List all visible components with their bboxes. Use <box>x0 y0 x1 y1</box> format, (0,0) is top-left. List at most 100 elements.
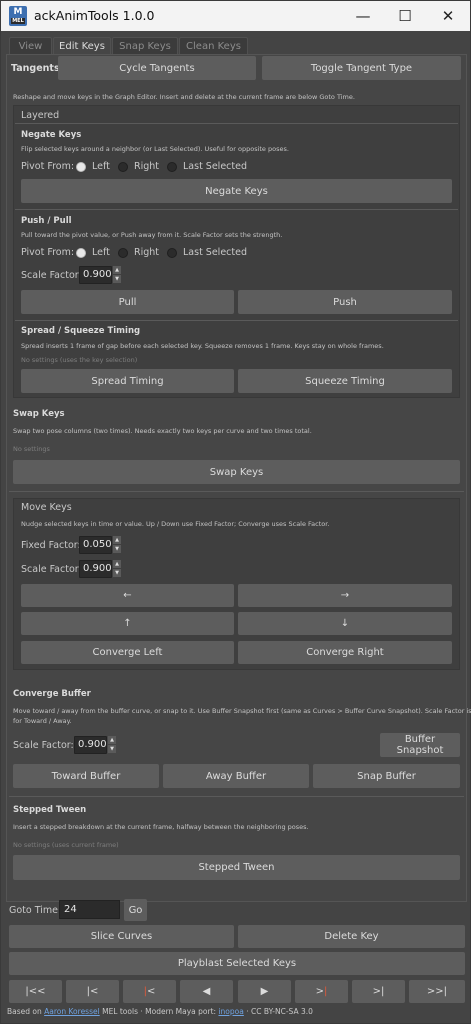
move-left-button[interactable]: ← <box>21 584 234 607</box>
prev-frame-button[interactable]: ◀ <box>180 980 233 1003</box>
swap-keys-title: Swap Keys <box>13 409 65 419</box>
move-scale-factor-input[interactable]: 0.900 <box>79 560 112 578</box>
maximize-button[interactable]: ☐ <box>385 4 425 28</box>
push-pull-pivot-last-selected-radio[interactable] <box>167 248 177 258</box>
negate-pivot-last-selected-radio[interactable] <box>167 162 177 172</box>
tab-view[interactable]: View <box>9 37 52 55</box>
red-marker-icon: | <box>324 986 328 997</box>
negate-pivot-left-radio[interactable] <box>76 162 86 172</box>
move-scale-factor-label: Scale Factor: <box>21 564 82 575</box>
converge-right-button[interactable]: Converge Right <box>238 641 452 664</box>
push-pull-pivot-last-selected-label: Last Selected <box>183 247 247 258</box>
stepped-tween-note: No settings (uses current frame) <box>13 841 119 849</box>
push-pull-pivot-left-radio[interactable] <box>76 248 86 258</box>
prev-key-button[interactable]: |< <box>66 980 119 1003</box>
spread-squeeze-desc: Spread inserts 1 frame of gap before eac… <box>21 342 384 350</box>
goto-time-input[interactable]: 24 <box>59 900 120 919</box>
divider <box>9 796 464 797</box>
divider <box>15 320 458 321</box>
push-pull-pivot-label: Pivot From: <box>21 247 75 258</box>
last-key-button[interactable]: >>| <box>409 980 465 1003</box>
toward-buffer-button[interactable]: Toward Buffer <box>13 764 159 788</box>
swap-keys-button[interactable]: Swap Keys <box>13 460 460 484</box>
move-right-button[interactable]: → <box>238 584 452 607</box>
swap-keys-desc: Swap two pose columns (two times). Needs… <box>13 427 312 435</box>
move-down-button[interactable]: ↓ <box>238 612 452 635</box>
squeeze-timing-button[interactable]: Squeeze Timing <box>238 369 452 393</box>
buffer-scale-factor-input[interactable]: 0.900 <box>74 736 107 754</box>
window-title: ackAnimTools 1.0.0 <box>34 8 155 23</box>
push-pull-scale-input[interactable]: 0.900 <box>79 266 112 284</box>
buffer-scale-factor-label: Scale Factor: <box>13 740 74 751</box>
author-link[interactable]: Aaron Koressel <box>44 1007 100 1016</box>
divider <box>15 209 458 210</box>
move-keys-title: Move Keys <box>21 502 72 513</box>
spread-timing-button[interactable]: Spread Timing <box>21 369 234 393</box>
move-scale-factor-stepper[interactable]: ▲ ▼ <box>113 560 121 578</box>
close-button[interactable]: ✕ <box>428 4 468 28</box>
stepped-tween-button[interactable]: Stepped Tween <box>13 855 460 880</box>
pull-button[interactable]: Pull <box>21 290 234 314</box>
divider <box>15 123 458 124</box>
slice-curves-button[interactable]: Slice Curves <box>9 925 234 948</box>
fixed-factor-input[interactable]: 0.050 <box>79 536 112 554</box>
converge-left-button[interactable]: Converge Left <box>21 641 234 664</box>
push-pull-pivot-right-label: Right <box>134 247 160 258</box>
push-pull-scale-stepper[interactable]: ▲ ▼ <box>113 266 121 284</box>
negate-pivot-left-label: Left <box>92 161 110 172</box>
negate-keys-desc: Flip selected keys around a neighbor (or… <box>21 145 289 153</box>
maya-mel-icon: M MEL <box>9 6 27 26</box>
negate-keys-button[interactable]: Negate Keys <box>21 179 452 203</box>
prev-frame-marker-button[interactable]: |< <box>123 980 176 1003</box>
toggle-tangent-type-button[interactable]: Toggle Tangent Type <box>262 56 461 80</box>
layered-title: Layered <box>21 110 60 121</box>
negate-pivot-label: Pivot From: <box>21 161 75 172</box>
divider <box>9 491 464 492</box>
goto-time-label: Goto Time: <box>9 905 62 916</box>
next-frame-button[interactable]: ▶ <box>238 980 291 1003</box>
converge-buffer-title: Converge Buffer <box>13 689 91 699</box>
converge-buffer-desc-line2: for Toward / Away. <box>13 717 72 725</box>
move-up-button[interactable]: ↑ <box>21 612 234 635</box>
push-pull-title: Push / Pull <box>21 216 72 226</box>
port-author-link[interactable]: inopoa <box>218 1007 243 1016</box>
move-keys-desc: Nudge selected keys in time or value. Up… <box>21 520 330 528</box>
goto-button[interactable]: Go <box>124 899 147 921</box>
spread-squeeze-title: Spread / Squeeze Timing <box>21 326 141 336</box>
intro-text: Reshape and move keys in the Graph Edito… <box>13 93 355 101</box>
first-key-button[interactable]: |<< <box>9 980 62 1003</box>
next-frame-marker-button[interactable]: >| <box>295 980 348 1003</box>
buffer-scale-factor-stepper[interactable]: ▲ ▼ <box>108 736 116 754</box>
push-pull-desc: Pull toward the pivot value, or Push awa… <box>21 231 283 239</box>
negate-pivot-right-radio[interactable] <box>118 162 128 172</box>
tab-edit-keys[interactable]: Edit Keys <box>53 37 111 55</box>
away-buffer-button[interactable]: Away Buffer <box>163 764 309 788</box>
spread-squeeze-note: No settings (uses the key selection) <box>21 356 138 364</box>
stepped-tween-title: Stepped Tween <box>13 805 87 815</box>
buffer-snapshot-button[interactable]: Buffer Snapshot <box>380 733 460 757</box>
tab-clean-keys[interactable]: Clean Keys <box>179 37 248 55</box>
playblast-selected-keys-button[interactable]: Playblast Selected Keys <box>9 952 465 975</box>
delete-key-button[interactable]: Delete Key <box>238 925 465 948</box>
negate-pivot-last-selected-label: Last Selected <box>183 161 247 172</box>
minimize-button[interactable]: — <box>343 4 383 28</box>
push-pull-pivot-left-label: Left <box>92 247 110 258</box>
tangents-label: Tangents <box>11 63 60 74</box>
push-button[interactable]: Push <box>238 290 452 314</box>
title-bar: M MEL ackAnimTools 1.0.0 — ☐ ✕ <box>1 1 470 31</box>
swap-keys-note: No settings <box>13 445 50 453</box>
fixed-factor-stepper[interactable]: ▲ ▼ <box>113 536 121 554</box>
converge-buffer-desc-line1: Move toward / away from the buffer curve… <box>13 707 471 715</box>
app-window: M MEL ackAnimTools 1.0.0 — ☐ ✕ View Edit … <box>0 0 471 1024</box>
fixed-factor-label: Fixed Factor: <box>21 540 81 551</box>
negate-pivot-right-label: Right <box>134 161 160 172</box>
snap-buffer-button[interactable]: Snap Buffer <box>313 764 460 788</box>
credits-footer: Based on Aaron Koressel MEL tools · Mode… <box>7 1007 313 1016</box>
stepped-tween-desc: Insert a stepped breakdown at the curren… <box>13 823 309 831</box>
push-pull-scale-label: Scale Factor: <box>21 270 82 281</box>
negate-keys-title: Negate Keys <box>21 130 82 140</box>
tab-snap-keys[interactable]: Snap Keys <box>112 37 178 55</box>
next-key-button[interactable]: >| <box>352 980 405 1003</box>
cycle-tangents-button[interactable]: Cycle Tangents <box>58 56 256 80</box>
push-pull-pivot-right-radio[interactable] <box>118 248 128 258</box>
